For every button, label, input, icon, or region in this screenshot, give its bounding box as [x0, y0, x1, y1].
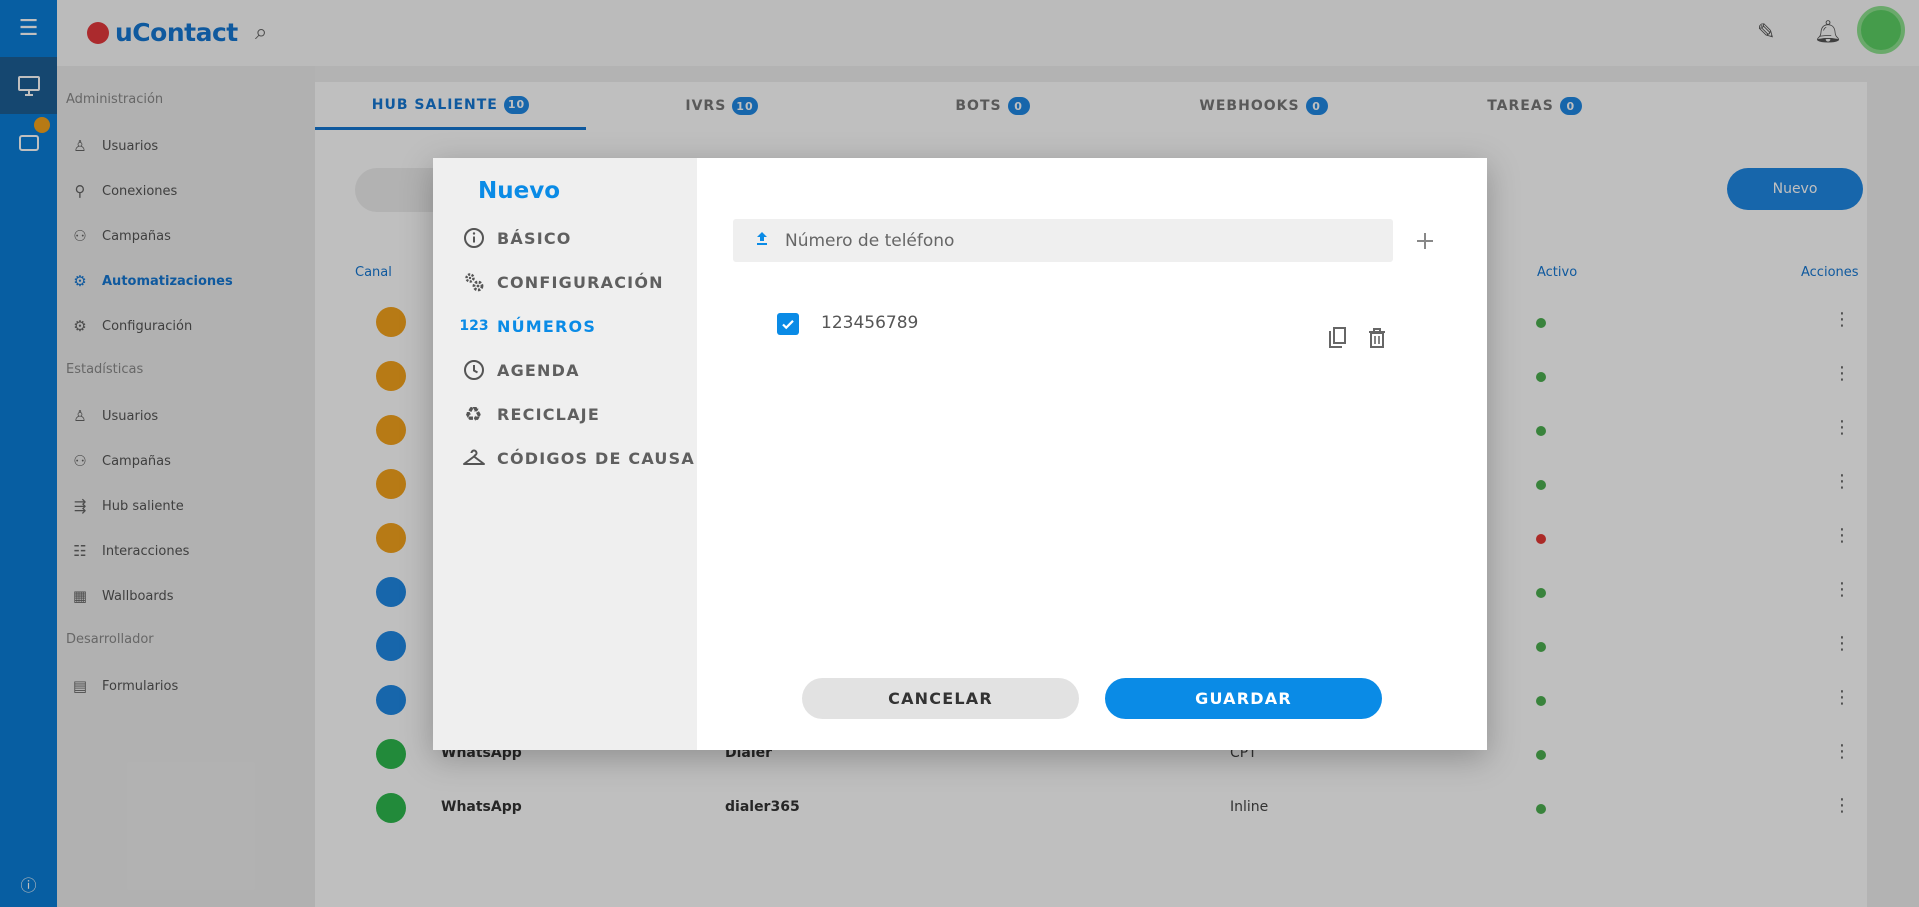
gears-icon	[461, 269, 487, 295]
dialog-nav: Nuevo BÁSICO CONFIGURACIÓN 123 NÚMEROS A…	[433, 158, 697, 750]
number-checkbox[interactable]	[777, 313, 799, 335]
phone-number-value: 123456789	[821, 313, 919, 333]
number-list-item: 123456789	[733, 298, 1393, 358]
numbers-icon: 123	[459, 318, 489, 334]
save-button[interactable]: GUARDAR	[1105, 678, 1382, 719]
checkmark-icon	[782, 320, 794, 330]
add-number-button[interactable]	[1410, 226, 1440, 256]
dialog-nav-agenda[interactable]: AGENDA	[461, 357, 580, 383]
cancel-button[interactable]: CANCELAR	[802, 678, 1079, 719]
dialog-nav-configuracion[interactable]: CONFIGURACIÓN	[461, 269, 664, 295]
dialog-nav-codigos-de-causa[interactable]: CÓDIGOS DE CAUSA	[461, 445, 695, 471]
phone-number-input[interactable]	[785, 230, 1385, 251]
phone-number-field[interactable]	[733, 219, 1393, 262]
plus-icon	[1417, 233, 1433, 249]
clock-icon	[461, 357, 487, 383]
dialog-nav-reciclaje[interactable]: ♻ RECICLAJE	[461, 401, 600, 427]
new-automation-dialog: Nuevo BÁSICO CONFIGURACIÓN 123 NÚMEROS A…	[433, 158, 1487, 750]
hanger-icon	[461, 445, 487, 471]
dialog-nav-basico[interactable]: BÁSICO	[461, 225, 572, 251]
dialog-title: Nuevo	[478, 178, 561, 204]
dialog-body: 123456789 CANCELAR GUARDAR	[697, 158, 1487, 750]
copy-icon[interactable]	[1323, 324, 1351, 352]
dialog-nav-numeros[interactable]: 123 NÚMEROS	[459, 313, 596, 339]
recycle-icon: ♻	[464, 402, 484, 426]
upload-icon[interactable]	[755, 231, 775, 251]
delete-icon[interactable]	[1363, 324, 1391, 352]
info-icon	[461, 225, 487, 251]
